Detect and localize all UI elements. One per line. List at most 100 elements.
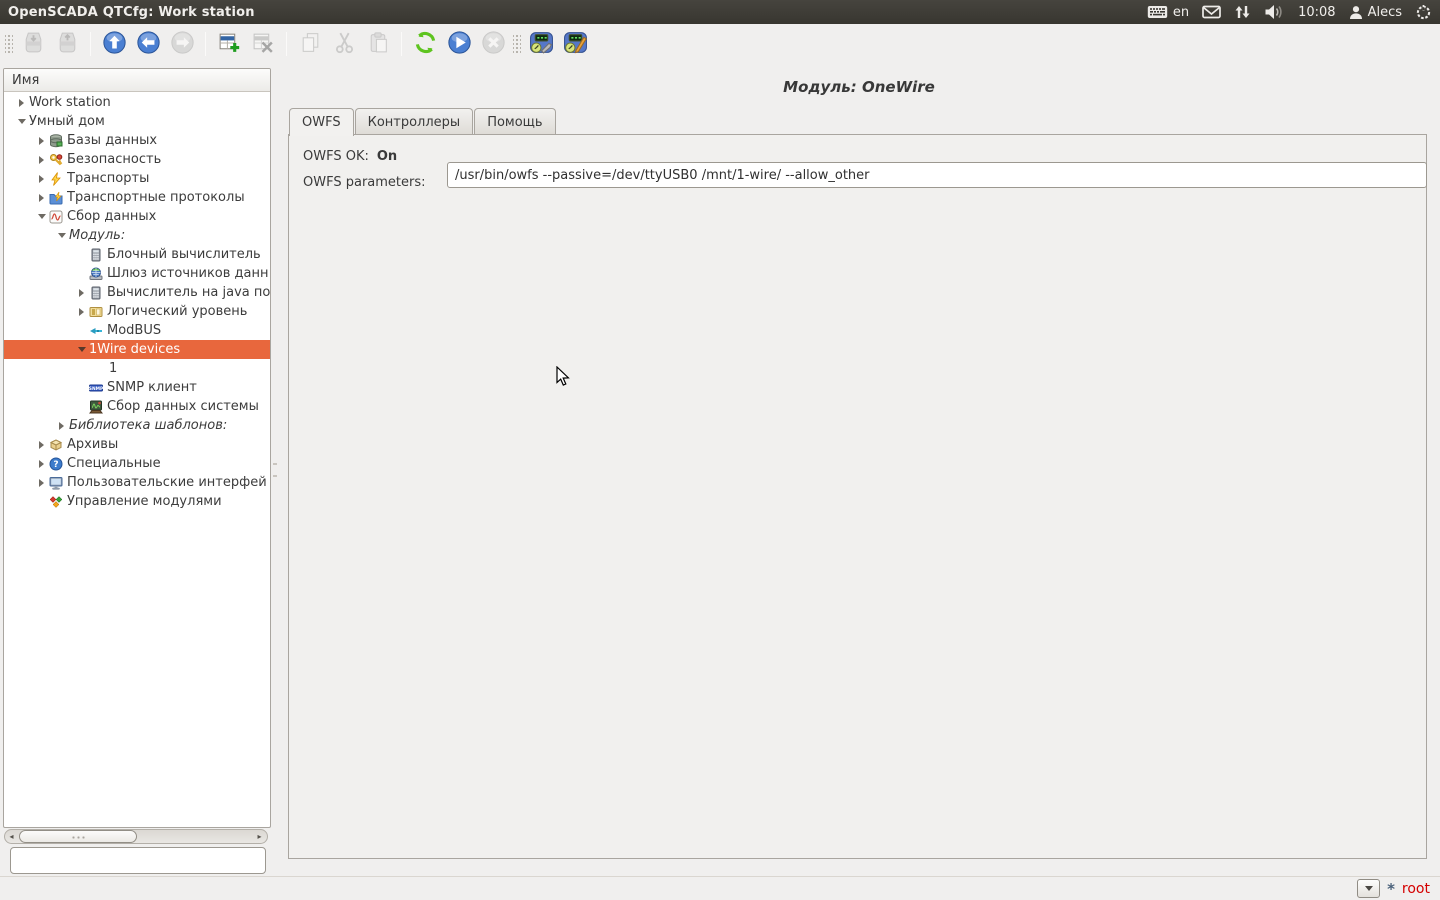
- dev-tools-icon: [529, 30, 554, 58]
- collapse-icon[interactable]: [74, 340, 89, 359]
- volume-indicator[interactable]: [1264, 4, 1285, 20]
- owfs-params-input[interactable]: [447, 162, 1427, 188]
- transport-icon: [49, 169, 67, 188]
- collapse-icon[interactable]: [34, 207, 49, 226]
- refresh-button[interactable]: [410, 29, 440, 59]
- modified-indicator: *: [1387, 884, 1395, 894]
- tree-item-транспорты[interactable]: Транспорты: [4, 169, 270, 188]
- tree-item-безопасность[interactable]: Безопасность: [4, 150, 270, 169]
- network-indicator[interactable]: [1234, 4, 1251, 20]
- tree-search-input[interactable]: [10, 847, 266, 874]
- tree-item-умный-дом[interactable]: Умный дом: [4, 112, 270, 131]
- scroll-right-icon[interactable]: ▸: [253, 830, 266, 843]
- expand-icon[interactable]: [34, 435, 49, 454]
- tree-item-label: 1: [109, 361, 117, 376]
- expand-icon[interactable]: [14, 93, 29, 112]
- collapse-icon[interactable]: [54, 226, 69, 245]
- toolbar-grip-icon: [5, 33, 13, 55]
- user-indicator[interactable]: Alecs: [1349, 5, 1402, 20]
- envelope-icon: [1202, 5, 1221, 19]
- owfs-params-label: OWFS parameters:: [303, 175, 426, 190]
- gateway-icon: [89, 264, 107, 283]
- tree-item-label: ModBUS: [107, 323, 161, 338]
- expand-icon[interactable]: [34, 473, 49, 492]
- tree-item-сбор-данных[interactable]: Сбор данных: [4, 207, 270, 226]
- tab-owfs[interactable]: OWFS: [289, 108, 354, 136]
- session-menu[interactable]: [1415, 4, 1432, 21]
- tree-item-блочный-вычислитель[interactable]: Блочный вычислитель: [4, 245, 270, 264]
- back-button[interactable]: [133, 29, 163, 59]
- cut-button: [329, 29, 359, 59]
- tree-item-библиотека-шаблонов-[interactable]: Библиотека шаблонов:: [4, 416, 270, 435]
- tree-item-work-station[interactable]: Work station: [4, 93, 270, 112]
- tree-item-архивы[interactable]: Архивы: [4, 435, 270, 454]
- tree-item-управление-модулями[interactable]: Управление модулями: [4, 492, 270, 511]
- copy-button: [295, 29, 325, 59]
- tree-item-шлюз-источников-данн[interactable]: Шлюз источников данн: [4, 264, 270, 283]
- window-title: OpenSCADA QTCfg: Work station: [8, 5, 255, 20]
- start-button[interactable]: [444, 29, 474, 59]
- scroll-left-icon[interactable]: ◂: [5, 830, 18, 843]
- tree-item-логический-уровень[interactable]: Логический уровень: [4, 302, 270, 321]
- add-item-icon: [217, 30, 242, 58]
- tree-item-специальные[interactable]: ?Специальные: [4, 454, 270, 473]
- copy-icon: [298, 30, 323, 58]
- tree-item-snmp-клиент[interactable]: SNMPSNMP клиент: [4, 378, 270, 397]
- tree-item-label: 1Wire devices: [89, 342, 180, 357]
- status-bar: * root: [0, 876, 1440, 900]
- dev-tools-button[interactable]: [526, 29, 556, 59]
- expand-icon[interactable]: [34, 131, 49, 150]
- tree-item-вычислитель-на-java-по[interactable]: Вычислитель на java по: [4, 283, 270, 302]
- database-icon: [49, 131, 67, 150]
- tab-page-owfs: OWFS OK: On OWFS parameters:: [288, 134, 1427, 859]
- tree-item-label: Библиотека шаблонов:: [69, 418, 227, 433]
- dev-edit-button[interactable]: [560, 29, 590, 59]
- tree-item-1[interactable]: 1: [4, 359, 270, 378]
- tab-контроллеры[interactable]: Контроллеры: [355, 108, 474, 135]
- page-title: Модуль: OneWire: [278, 78, 1440, 100]
- save-button: [52, 29, 82, 59]
- network-arrows-icon: [1234, 4, 1251, 20]
- expand-icon[interactable]: [54, 416, 69, 435]
- toolbar-separator: [401, 32, 402, 56]
- status-dropdown-button[interactable]: [1357, 879, 1380, 898]
- tree-item-label: Архивы: [67, 437, 118, 452]
- expand-icon[interactable]: [74, 302, 89, 321]
- tree-item-сбор-данных-системы[interactable]: Сбор данных системы: [4, 397, 270, 416]
- tree-header[interactable]: Имя: [4, 69, 270, 92]
- expand-icon[interactable]: [34, 169, 49, 188]
- tree-item-пользовательские-интерфей[interactable]: Пользовательские интерфей: [4, 473, 270, 492]
- tree-item-1wire-devices[interactable]: 1Wire devices: [4, 340, 270, 359]
- clock-indicator[interactable]: 10:08: [1298, 5, 1335, 20]
- expander-spacer: [74, 397, 89, 416]
- keyboard-layout-indicator[interactable]: en: [1147, 5, 1189, 20]
- tree-horizontal-scrollbar[interactable]: ◂ ▸: [4, 829, 268, 844]
- splitter-grip-icon: [273, 463, 277, 477]
- scrollbar-thumb[interactable]: [19, 830, 137, 843]
- speaker-icon: [1264, 4, 1285, 20]
- back-arrow-icon: [136, 30, 161, 58]
- tree-item-транспортные-протоколы[interactable]: Транспортные протоколы: [4, 188, 270, 207]
- up-level-button[interactable]: [99, 29, 129, 59]
- tab-bar: OWFSКонтроллерыПомощь: [289, 108, 557, 135]
- stop-button: [478, 29, 508, 59]
- messages-indicator[interactable]: [1202, 5, 1221, 19]
- expander-spacer: [74, 264, 89, 283]
- expand-icon[interactable]: [34, 454, 49, 473]
- add-item-button[interactable]: [214, 29, 244, 59]
- tab-помощь[interactable]: Помощь: [474, 108, 555, 135]
- svg-text:SNMP: SNMP: [89, 385, 103, 391]
- tree-item-модуль-[interactable]: Модуль:: [4, 226, 270, 245]
- collapse-icon[interactable]: [14, 112, 29, 131]
- tree-item-базы-данных[interactable]: Базы данных: [4, 131, 270, 150]
- expand-icon[interactable]: [34, 150, 49, 169]
- tree-item-label: Шлюз источников данн: [107, 266, 269, 281]
- expander-spacer: [74, 378, 89, 397]
- protocol-icon: [49, 188, 67, 207]
- expand-icon[interactable]: [74, 283, 89, 302]
- owfs-params-row: OWFS parameters:: [303, 175, 434, 190]
- expand-icon[interactable]: [34, 188, 49, 207]
- tree-item-modbus[interactable]: ModBUS: [4, 321, 270, 340]
- panel-splitter[interactable]: [272, 68, 278, 858]
- system-daq-icon: [89, 397, 107, 416]
